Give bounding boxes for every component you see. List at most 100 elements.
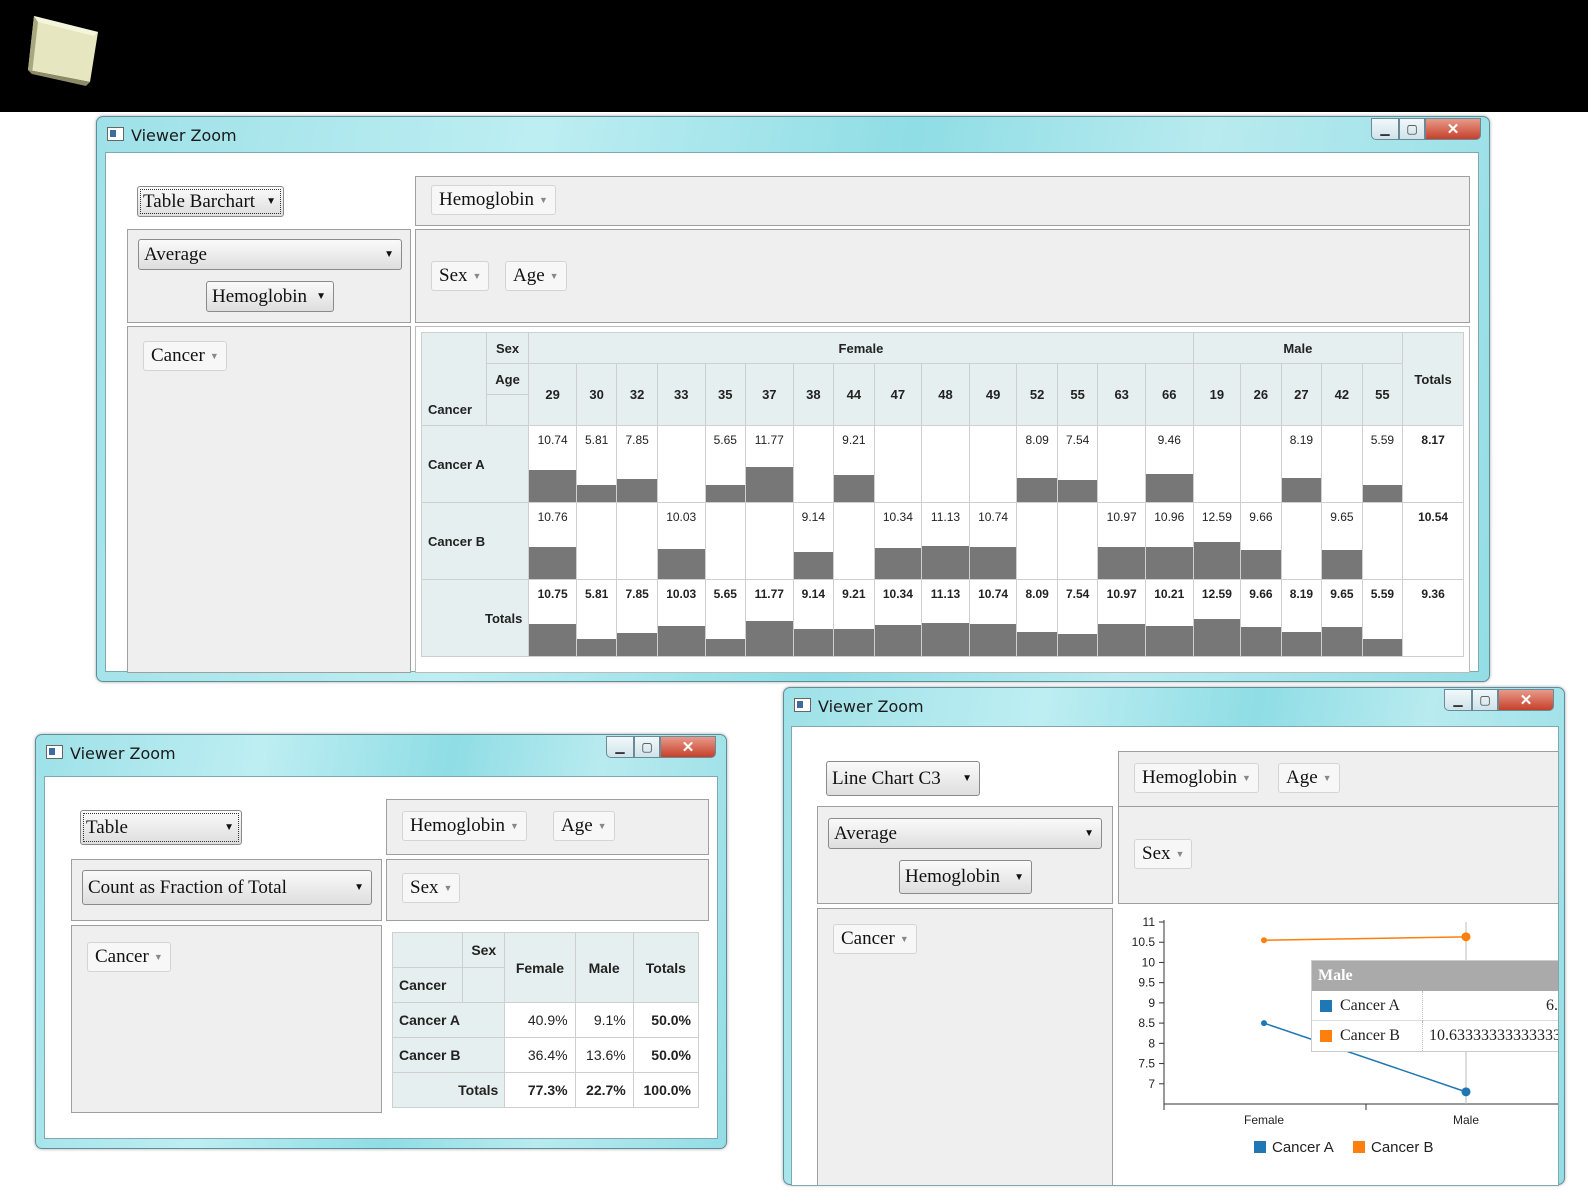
series-line [1263, 936, 1467, 941]
unused-fields-area[interactable]: Hemoglobin ▼ [415, 176, 1470, 226]
aggregator-select[interactable]: Average ▼ [138, 239, 402, 270]
cell-value: 10.96 [1154, 510, 1185, 524]
field-age[interactable]: Age ▼ [1278, 763, 1340, 793]
barchart-cell [1280, 502, 1323, 580]
filter-triangle-icon[interactable]: ▼ [473, 271, 482, 281]
corner-cell [462, 967, 506, 1003]
chevron-down-icon: ▼ [1084, 828, 1094, 839]
barchart-cell: 5.59 [1361, 425, 1404, 503]
renderer-select[interactable]: Table Barchart ▼ [137, 186, 284, 217]
unused-fields-area[interactable]: Hemoglobin ▼ Age ▼ [386, 799, 709, 855]
barchart-cell: 5.81 [575, 425, 618, 503]
barchart-cell: 8.19 [1280, 425, 1323, 503]
field-cancer[interactable]: Cancer ▼ [143, 341, 227, 371]
cell-value: 9.21 [842, 587, 866, 601]
field-cancer[interactable]: Cancer ▼ [87, 942, 171, 972]
col-header-age: 27 [1280, 363, 1323, 426]
bar-mark [1017, 478, 1057, 502]
aggregator-attribute-select[interactable]: Hemoglobin ▼ [899, 860, 1032, 894]
maximize-button[interactable]: ▢ [634, 736, 660, 758]
legend-swatch [1353, 1141, 1365, 1153]
y-tick-label: 9 [1148, 996, 1155, 1010]
table-row: Cancer B 10.76 10.03 9.14 10.34 11.13 10.74 10.… [420, 502, 1464, 580]
row-fields-area[interactable]: Cancer ▼ [817, 908, 1113, 1185]
minimize-button[interactable]: ▁ [1444, 689, 1472, 711]
viewer-zoom-window-table[interactable]: Viewer Zoom ▁ ▢ ✕ Table ▼ Hemoglobin ▼ Age… [35, 734, 727, 1149]
close-button[interactable]: ✕ [1425, 118, 1481, 140]
filter-triangle-icon[interactable]: ▼ [1323, 773, 1332, 783]
renderer-select[interactable]: Line Chart C3 ▼ [826, 761, 980, 796]
minimize-button[interactable]: ▁ [606, 736, 634, 758]
filter-triangle-icon[interactable]: ▼ [1176, 849, 1185, 859]
barchart-cell: 9.14 [792, 502, 835, 580]
column-fields-area[interactable]: Sex ▼ [386, 859, 709, 921]
close-button[interactable]: ✕ [660, 736, 716, 758]
maximize-button[interactable]: ▢ [1399, 118, 1425, 140]
field-sex[interactable]: Sex ▼ [1134, 839, 1193, 869]
barchart-cell [704, 502, 746, 580]
renderer-select[interactable]: Table ▼ [80, 810, 242, 845]
pivot-fraction-table: Sex Female Male Totals Cancer Cancer A 4… [391, 932, 700, 1108]
filter-triangle-icon[interactable]: ▼ [539, 195, 548, 205]
viewer-zoom-window-linechart[interactable]: Viewer Zoom ▁ ▢ ✕ Line Chart C3 ▼ Hemoglo… [783, 687, 1565, 1186]
cell-value: 11.77 [754, 587, 784, 601]
filter-triangle-icon[interactable]: ▼ [510, 821, 519, 831]
barchart-cell [616, 502, 658, 580]
cell-value: 10.97 [1106, 587, 1137, 601]
col-header-age: 42 [1321, 363, 1363, 426]
window-title: Viewer Zoom [70, 744, 176, 763]
filter-triangle-icon[interactable]: ▼ [154, 952, 163, 962]
filter-triangle-icon[interactable]: ▼ [1242, 773, 1251, 783]
legend-swatch-icon [1320, 999, 1332, 1012]
filter-triangle-icon[interactable]: ▼ [444, 883, 453, 893]
bar-mark [576, 484, 617, 502]
col-header-age: 38 [792, 363, 835, 426]
filter-triangle-icon[interactable]: ▼ [210, 351, 219, 361]
col-group-male: Male [1192, 332, 1404, 364]
window-app-icon [46, 745, 63, 759]
field-sex[interactable]: Sex ▼ [402, 873, 461, 903]
close-button[interactable]: ✕ [1498, 689, 1554, 711]
cell-value: 7.85 [625, 433, 649, 447]
aggregator-attribute-select[interactable]: Hemoglobin ▼ [206, 281, 334, 312]
field-age[interactable]: Age ▼ [553, 811, 615, 841]
aggregator-select[interactable]: Count as Fraction of Total ▼ [82, 870, 372, 905]
row-fields-area[interactable]: Cancer ▼ [127, 326, 411, 673]
field-hemoglobin[interactable]: Hemoglobin ▼ [402, 811, 527, 841]
column-fields-area[interactable]: Sex ▼ [1118, 806, 1558, 904]
minimize-button[interactable]: ▁ [1371, 118, 1399, 140]
cell-value: 10.75 [537, 587, 568, 601]
field-age[interactable]: Age ▼ [505, 261, 567, 291]
y-tick-label: 7.5 [1138, 1057, 1155, 1071]
bar-mark [1057, 633, 1098, 656]
row-fields-area[interactable]: Cancer ▼ [71, 925, 382, 1113]
cell-value: 5.81 [584, 587, 609, 601]
col-header-age: 29 [528, 363, 577, 426]
cube-logo-icon [28, 16, 98, 86]
barchart-cell: 11.13 [921, 502, 970, 580]
cell-value: 5.59 [1370, 587, 1395, 601]
barchart-cell [873, 425, 923, 503]
field-hemoglobin[interactable]: Hemoglobin ▼ [1134, 763, 1259, 793]
cell-value: 8.19 [1289, 433, 1314, 447]
field-hemoglobin[interactable]: Hemoglobin ▼ [431, 185, 556, 215]
col-header-age: 37 [745, 363, 794, 426]
maximize-button[interactable]: ▢ [1472, 689, 1498, 711]
filter-triangle-icon[interactable]: ▼ [550, 271, 559, 281]
field-label: Age [561, 815, 593, 836]
barchart-cell: 5.81 [575, 579, 618, 657]
legend-swatch [1254, 1141, 1266, 1153]
bar-mark [834, 628, 874, 656]
cell-value: 9.36 [1421, 587, 1445, 601]
column-fields-area[interactable]: Sex ▼ Age ▼ [415, 229, 1470, 323]
filter-triangle-icon[interactable]: ▼ [598, 821, 607, 831]
barchart-cell [968, 425, 1018, 503]
filter-triangle-icon[interactable]: ▼ [900, 934, 909, 944]
barchart-cell [1321, 425, 1363, 503]
unused-fields-area[interactable]: Hemoglobin ▼ Age ▼ [1118, 751, 1558, 807]
cell-value: 11.13 [930, 510, 961, 524]
aggregator-select[interactable]: Average ▼ [828, 818, 1102, 849]
field-cancer[interactable]: Cancer ▼ [833, 924, 917, 954]
viewer-zoom-window-barchart[interactable]: Viewer Zoom ▁ ▢ ✕ Table Barchart ▼ Hemogl… [96, 116, 1490, 682]
field-sex[interactable]: Sex ▼ [431, 261, 490, 291]
